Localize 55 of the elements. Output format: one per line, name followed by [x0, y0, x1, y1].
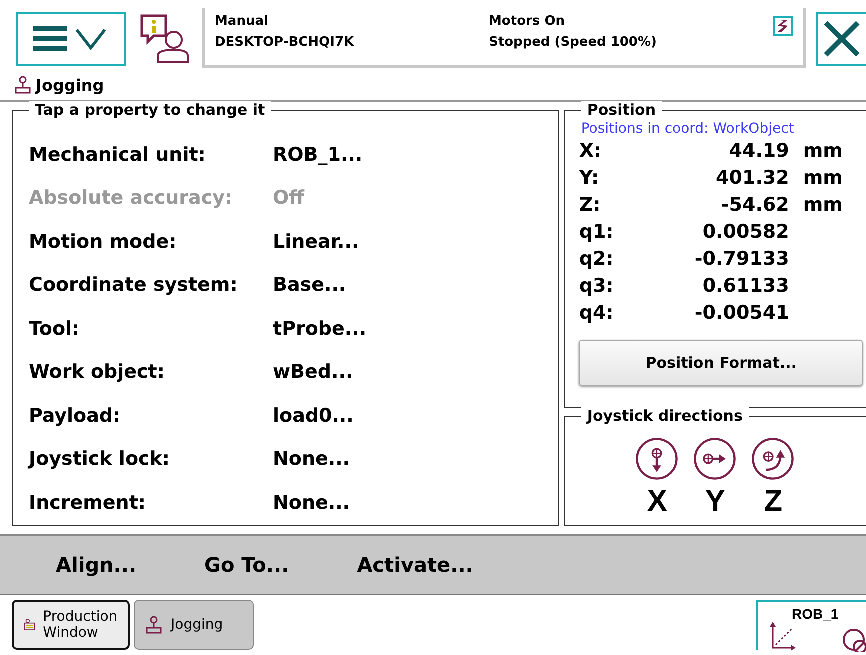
status-text: DESKTOP-BCHQI7K: [215, 35, 356, 50]
property-row[interactable]: Payload: load0...: [29, 394, 558, 438]
view-title: Jogging: [36, 76, 104, 94]
position-label: q4:: [579, 302, 615, 324]
position-value: 44.19: [728, 140, 790, 162]
property-row-text: Absolute accuracy: Off: [29, 186, 306, 212]
property-row[interactable]: Joystick lock: None...: [29, 438, 558, 481]
unit-label: mm: [803, 166, 843, 188]
property-row[interactable]: Increment: None...: [29, 481, 558, 524]
position-label: q3:: [579, 274, 615, 296]
close-button[interactable]: [816, 12, 866, 66]
position-label: Z:: [579, 194, 602, 216]
position-value: 0.61133: [702, 274, 790, 296]
position-value: -54.62: [720, 194, 790, 216]
event-log-icon[interactable]: [140, 14, 190, 64]
direction-icon: [751, 437, 796, 481]
direction-icon: [693, 437, 738, 481]
unit-label: mm: [803, 140, 843, 162]
status-text: Motors On: [489, 14, 566, 29]
status-text: Stopped (Speed 100%): [489, 35, 658, 50]
position-format-button[interactable]: Position Format...: [579, 340, 864, 386]
status-panel[interactable]: Manual DESKTOP-BCHQI7K Motors On Stopped (Speed 100%): [202, 8, 806, 68]
joystick-icon: [145, 616, 163, 634]
command-button[interactable]: Align...: [30, 545, 163, 585]
status-text: Manual: [215, 14, 270, 29]
position-value: -0.00541: [694, 302, 790, 324]
position-value: 0.00582: [702, 220, 790, 242]
taskbar-tab[interactable]: Production Window: [12, 600, 130, 650]
position-label: q1:: [579, 220, 615, 242]
unit-label: mm: [803, 194, 843, 216]
group-title: Joystick directions: [581, 407, 749, 425]
position-label: X:: [579, 140, 603, 162]
property-row[interactable]: Tool: tProbe...: [29, 307, 558, 350]
joystick-icon: [14, 76, 32, 94]
direction-icon: [635, 437, 680, 481]
quickset-button[interactable]: ROB_1: [756, 600, 866, 650]
property-row[interactable]: Motion mode: Linear...: [29, 220, 558, 264]
position-value: -0.79133: [694, 248, 790, 270]
command-button[interactable]: Activate...: [331, 545, 500, 585]
position-value: 401.32: [715, 166, 790, 188]
taskbar-tab[interactable]: Jogging: [134, 600, 254, 650]
axis-label: X: [647, 485, 668, 519]
close-icon: [823, 20, 861, 58]
group-title: Tap a property to change it: [29, 101, 272, 119]
axis-label: Z: [764, 485, 783, 519]
property-row[interactable]: Mechanical unit: ROB_1...: [29, 133, 558, 176]
position-label: Y:: [579, 166, 600, 188]
property-row[interactable]: Coordinate system: Base...: [29, 264, 558, 307]
command-button[interactable]: Go To...: [178, 545, 316, 585]
property-row[interactable]: Work object: wBed...: [29, 350, 558, 394]
position-label: q2:: [579, 248, 615, 270]
menu-icon: [33, 24, 109, 54]
coord-note: Positions in coord: WorkObject: [581, 121, 796, 137]
main-menu-button[interactable]: [16, 12, 126, 66]
axis-label: Y: [705, 485, 726, 519]
